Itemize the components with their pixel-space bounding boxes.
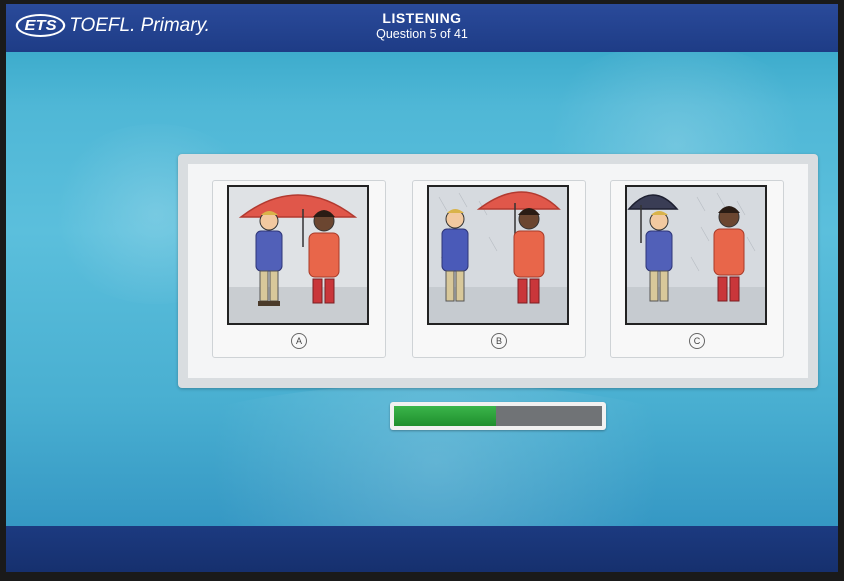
choice-b[interactable]: B — [412, 180, 586, 358]
answer-panel: A B C — [178, 154, 818, 388]
choice-a-picture — [227, 185, 369, 325]
progress-track — [394, 406, 602, 426]
section-title: LISTENING — [382, 10, 462, 26]
choice-b-letter: B — [491, 333, 507, 349]
choice-a[interactable]: A — [212, 180, 386, 358]
choice-a-letter: A — [291, 333, 307, 349]
choice-c-picture — [625, 185, 767, 325]
test-screen: ETS TOEFL. Primary. LISTENING Question 5… — [6, 4, 838, 572]
header-bar: ETS TOEFL. Primary. LISTENING Question 5… — [6, 4, 838, 52]
answer-panel-inner: A B C — [188, 164, 808, 378]
choice-b-picture — [427, 185, 569, 325]
progress-fill — [394, 406, 496, 426]
choice-c[interactable]: C — [610, 180, 784, 358]
progress-bar — [390, 402, 606, 430]
footer-bar — [6, 526, 838, 572]
choice-c-letter: C — [689, 333, 705, 349]
question-counter: Question 5 of 41 — [376, 27, 468, 41]
